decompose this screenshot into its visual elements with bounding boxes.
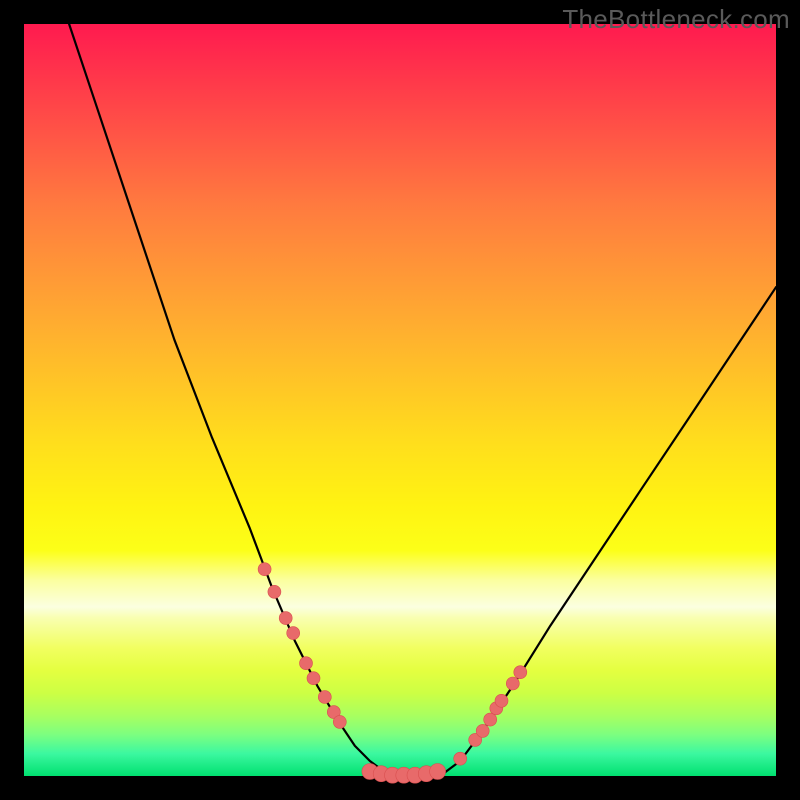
- curve-marker: [300, 657, 313, 670]
- curve-marker: [495, 694, 508, 707]
- curve-marker: [506, 677, 519, 690]
- curve-marker: [318, 691, 331, 704]
- bottleneck-curve: [69, 24, 776, 776]
- curve-marker: [279, 612, 292, 625]
- chart-svg: [24, 24, 776, 776]
- curve-marker: [287, 627, 300, 640]
- curve-marker: [476, 724, 489, 737]
- curve-marker: [484, 713, 497, 726]
- curve-marker: [454, 752, 467, 765]
- curve-marker: [333, 715, 346, 728]
- curve-marker: [268, 585, 281, 598]
- curve-marker: [514, 666, 527, 679]
- curve-marker: [258, 563, 271, 576]
- curve-markers: [258, 563, 527, 784]
- curve-marker: [430, 764, 446, 780]
- curve-marker: [307, 672, 320, 685]
